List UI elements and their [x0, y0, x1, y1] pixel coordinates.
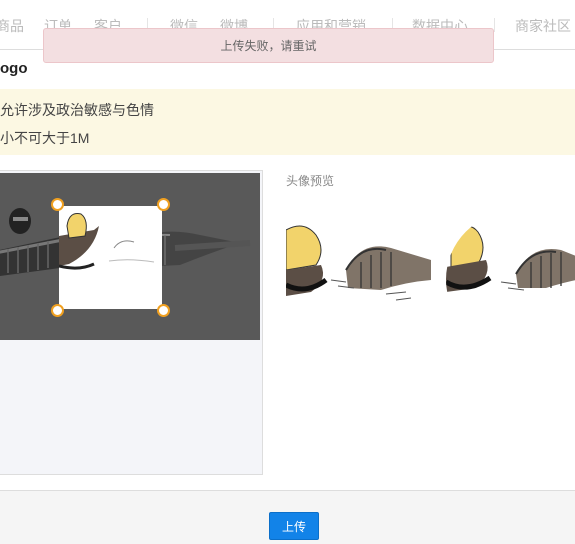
crop-canvas[interactable]	[0, 173, 260, 340]
preview-label: 头像预览	[286, 174, 335, 188]
nav-separator	[494, 18, 495, 32]
notice-line-2: 小不可大于1M	[0, 130, 90, 146]
page-title: ogo	[0, 60, 28, 77]
crop-handle-bottom-left[interactable]	[51, 304, 64, 317]
upload-button[interactable]: 上传	[269, 512, 319, 540]
crop-panel	[0, 170, 263, 475]
notice-line-1: 允许涉及政治敏感与色情	[0, 102, 154, 118]
crop-handle-top-right[interactable]	[157, 198, 170, 211]
crop-selection[interactable]	[51, 198, 170, 317]
upload-notice: 允许涉及政治敏感与色情 小不可大于1M	[0, 89, 575, 155]
nav-item-community[interactable]: 商家社区	[515, 16, 571, 36]
nav-item-goods[interactable]: 商品	[0, 16, 24, 36]
avatar-preview-round	[446, 212, 575, 347]
crop-handle-bottom-right[interactable]	[157, 304, 170, 317]
footer-bar: 上传	[0, 490, 575, 544]
avatar-preview-square	[286, 210, 431, 350]
avatar-preview-round-image	[446, 225, 575, 292]
avatar-preview-square-image	[286, 225, 431, 301]
crop-selection-image	[58, 213, 155, 270]
crop-handle-top-left[interactable]	[51, 198, 64, 211]
error-toast: 上传失败，请重试	[43, 28, 494, 63]
toast-message: 上传失败，请重试	[220, 39, 317, 53]
